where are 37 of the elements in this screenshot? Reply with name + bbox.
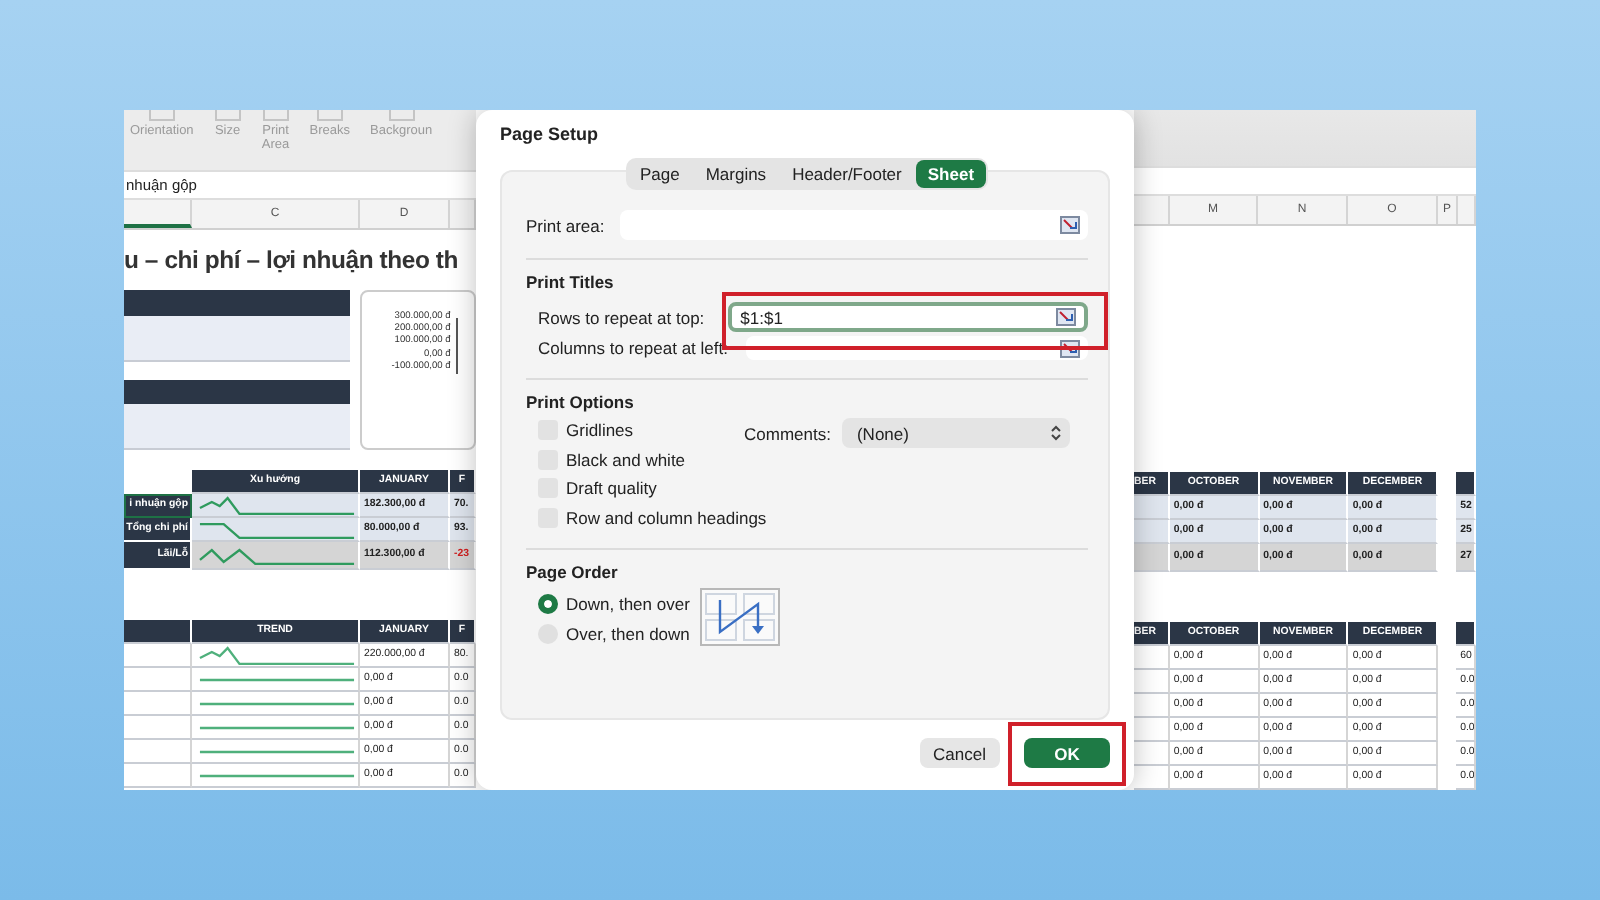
- tab[interactable]: Sheet: [915, 160, 987, 188]
- field-label: Print area:: [526, 215, 605, 235]
- column-header[interactable]: [124, 200, 192, 228]
- formula-bar[interactable]: [1134, 166, 1476, 196]
- tab[interactable]: Margins: [693, 160, 779, 188]
- sheet-title: u – chi phí – lợi nhuận theo th: [124, 244, 460, 278]
- range-picker-icon[interactable]: [1056, 308, 1076, 326]
- axis-line: [456, 318, 459, 374]
- tab[interactable]: Page: [627, 160, 692, 188]
- ribbon-icon: [261, 110, 290, 122]
- ribbon-icon: [315, 110, 344, 122]
- checkbox-label: Gridlines: [566, 420, 634, 441]
- tab[interactable]: Header/Footer: [780, 160, 914, 188]
- ribbon-icon: [387, 110, 416, 122]
- cancel-button[interactable]: Cancel: [919, 738, 1000, 768]
- ribbon-icon: [147, 110, 176, 122]
- radio-button[interactable]: [538, 594, 558, 615]
- ok-button[interactable]: OK: [1024, 738, 1110, 768]
- section-heading: Print Options: [526, 392, 636, 412]
- checkbox-label: Row and column headings: [566, 507, 767, 528]
- radio-label: Down, then over: [566, 594, 690, 615]
- checkbox-label: Draft quality: [566, 478, 657, 499]
- checkbox-label: Black and white: [566, 449, 686, 470]
- chevron-icon: [1050, 424, 1063, 442]
- comments-dropdown[interactable]: (None): [842, 418, 1071, 448]
- field-label: Rows to repeat at top:: [538, 307, 705, 327]
- field-label: Comments:: [744, 423, 831, 443]
- input-field[interactable]: [620, 210, 1088, 240]
- input-field[interactable]: $1:$1: [728, 302, 1088, 332]
- radio-label: Over, then down: [566, 623, 690, 644]
- range-picker-icon[interactable]: [1060, 216, 1080, 234]
- section-heading: Page Order: [526, 562, 620, 582]
- dialog-title: Page Setup: [500, 122, 601, 148]
- page-order-icon: [699, 588, 780, 646]
- ribbon-icon: [213, 110, 242, 122]
- field-label: Columns to repeat at left:: [538, 338, 728, 358]
- section-heading: Print Titles: [526, 272, 616, 292]
